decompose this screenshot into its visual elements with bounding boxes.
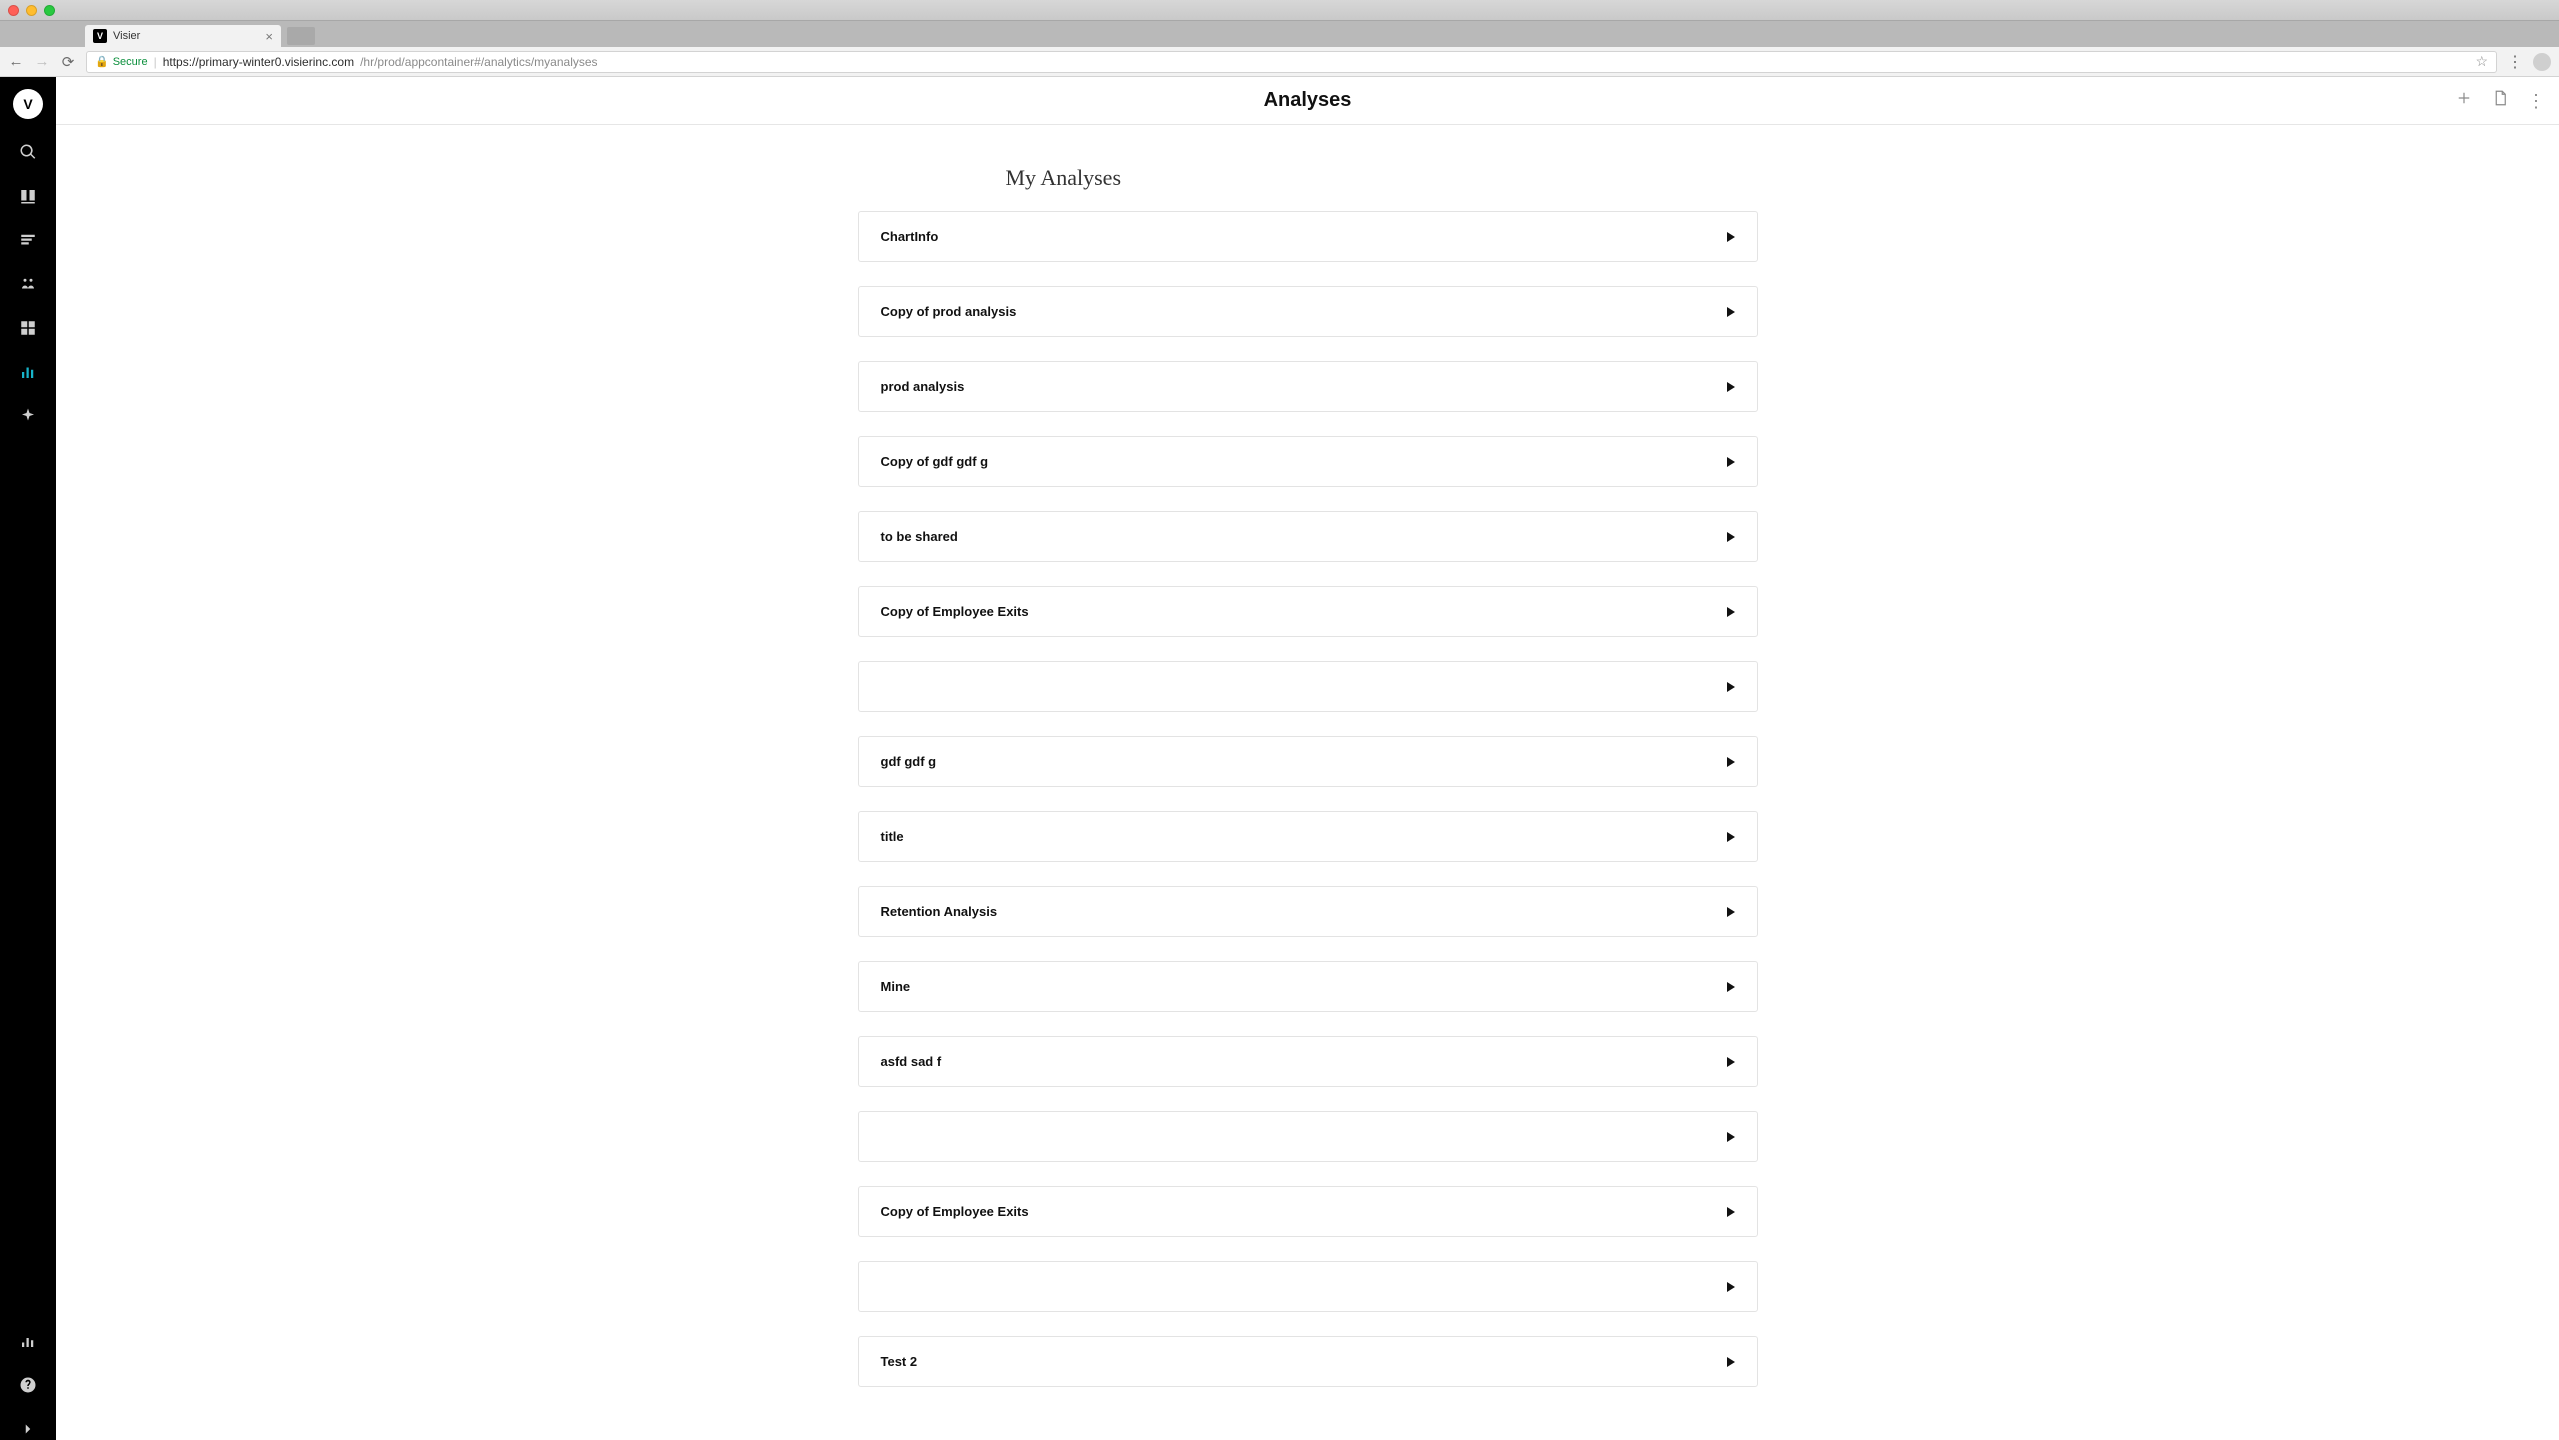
page-title: Analyses: [1264, 89, 1352, 112]
analyses-nav-icon[interactable]: [17, 361, 39, 383]
analysis-title: to be shared: [881, 529, 958, 544]
analysis-title: asfd sad f: [881, 1054, 942, 1069]
analysis-card[interactable]: asfd sad f: [858, 1036, 1758, 1087]
analysis-title: prod analysis: [881, 379, 965, 394]
analysis-card[interactable]: to be shared: [858, 511, 1758, 562]
analysis-card[interactable]: ChartInfo: [858, 211, 1758, 262]
search-icon[interactable]: [17, 141, 39, 163]
secure-label: Secure: [113, 56, 148, 68]
window-minimize-button[interactable]: [26, 5, 37, 16]
analysis-card[interactable]: Copy of Employee Exits: [858, 586, 1758, 637]
metrics-icon[interactable]: [17, 1330, 39, 1352]
analysis-card[interactable]: Copy of prod analysis: [858, 286, 1758, 337]
browser-profile-avatar[interactable]: [2533, 53, 2551, 71]
analysis-card[interactable]: Retention Analysis: [858, 886, 1758, 937]
tab-title: Visier: [113, 30, 140, 42]
analysis-title: Mine: [881, 979, 911, 994]
browser-menu-button[interactable]: ⋮: [2507, 52, 2523, 72]
play-icon[interactable]: [1727, 382, 1735, 392]
play-icon[interactable]: [1727, 457, 1735, 467]
analysis-title: Copy of prod analysis: [881, 304, 1017, 319]
window-close-button[interactable]: [8, 5, 19, 16]
app-content: Analyses ⋮ My Analyses ChartInfo Copy of …: [56, 77, 2559, 1440]
play-icon[interactable]: [1727, 757, 1735, 767]
analysis-title: Test 2: [881, 1354, 918, 1369]
analysis-title: Retention Analysis: [881, 904, 998, 919]
play-icon[interactable]: [1727, 1357, 1735, 1367]
tab-close-icon[interactable]: ×: [265, 30, 273, 43]
app-header: Analyses ⋮: [56, 77, 2559, 125]
analysis-title: gdf gdf g: [881, 754, 937, 769]
play-icon[interactable]: [1727, 1207, 1735, 1217]
help-icon[interactable]: [17, 1374, 39, 1396]
analysis-title: Copy of Employee Exits: [881, 1204, 1029, 1219]
app-logo[interactable]: V: [13, 89, 43, 119]
play-icon[interactable]: [1727, 982, 1735, 992]
reload-button[interactable]: ⟳: [60, 53, 76, 71]
analysis-title: title: [881, 829, 904, 844]
play-icon[interactable]: [1727, 607, 1735, 617]
forward-button[interactable]: →: [34, 53, 50, 70]
url-path: /hr/prod/appcontainer#/analytics/myanaly…: [360, 55, 597, 69]
analyses-list: ChartInfo Copy of prod analysis prod analy…: [858, 211, 1758, 1387]
section-title: My Analyses: [1006, 165, 1758, 191]
guidebooks-icon[interactable]: [17, 185, 39, 207]
url-host: https://primary-winter0.visierinc.com: [163, 55, 354, 69]
app-sidebar: V: [0, 77, 56, 1440]
browser-tab-strip: V Visier ×: [0, 21, 2559, 47]
play-icon[interactable]: [1727, 232, 1735, 242]
analysis-title: Copy of Employee Exits: [881, 604, 1029, 619]
analysis-title: Copy of gdf gdf g: [881, 454, 989, 469]
explore-icon[interactable]: [17, 405, 39, 427]
document-action-button[interactable]: [2491, 89, 2509, 112]
analysis-card[interactable]: Copy of gdf gdf g: [858, 436, 1758, 487]
play-icon[interactable]: [1727, 832, 1735, 842]
tab-favicon: V: [93, 29, 107, 43]
play-icon[interactable]: [1727, 532, 1735, 542]
analysis-card[interactable]: [858, 661, 1758, 712]
people-icon[interactable]: [17, 273, 39, 295]
play-icon[interactable]: [1727, 682, 1735, 692]
expand-sidebar-icon[interactable]: [17, 1418, 39, 1440]
analysis-card[interactable]: gdf gdf g: [858, 736, 1758, 787]
lock-icon: 🔒: [95, 55, 109, 68]
app-root: V A: [0, 77, 2559, 1440]
analysis-card[interactable]: [858, 1261, 1758, 1312]
apps-grid-icon[interactable]: [17, 317, 39, 339]
bookmark-star-icon[interactable]: ☆: [2475, 53, 2488, 70]
mac-titlebar: [0, 0, 2559, 21]
play-icon[interactable]: [1727, 307, 1735, 317]
main-scroll-area[interactable]: My Analyses ChartInfo Copy of prod analys…: [56, 125, 2559, 1440]
analysis-card[interactable]: Test 2: [858, 1336, 1758, 1387]
url-field[interactable]: 🔒 Secure | https://primary-winter0.visie…: [86, 51, 2497, 73]
analysis-card[interactable]: [858, 1111, 1758, 1162]
analysis-card[interactable]: prod analysis: [858, 361, 1758, 412]
analysis-card[interactable]: Copy of Employee Exits: [858, 1186, 1758, 1237]
play-icon[interactable]: [1727, 907, 1735, 917]
browser-address-bar: ← → ⟳ 🔒 Secure | https://primary-winter0…: [0, 47, 2559, 77]
more-actions-button[interactable]: ⋮: [2527, 92, 2545, 110]
analysis-title: ChartInfo: [881, 229, 939, 244]
browser-tab-active[interactable]: V Visier ×: [85, 25, 281, 47]
analysis-card[interactable]: Mine: [858, 961, 1758, 1012]
secure-indicator: 🔒 Secure: [95, 55, 148, 68]
analysis-card[interactable]: title: [858, 811, 1758, 862]
play-icon[interactable]: [1727, 1132, 1735, 1142]
back-button[interactable]: ←: [8, 53, 24, 70]
play-icon[interactable]: [1727, 1057, 1735, 1067]
new-tab-button[interactable]: [287, 27, 315, 45]
topics-icon[interactable]: [17, 229, 39, 251]
play-icon[interactable]: [1727, 1282, 1735, 1292]
window-zoom-button[interactable]: [44, 5, 55, 16]
new-analysis-button[interactable]: [2455, 89, 2473, 112]
